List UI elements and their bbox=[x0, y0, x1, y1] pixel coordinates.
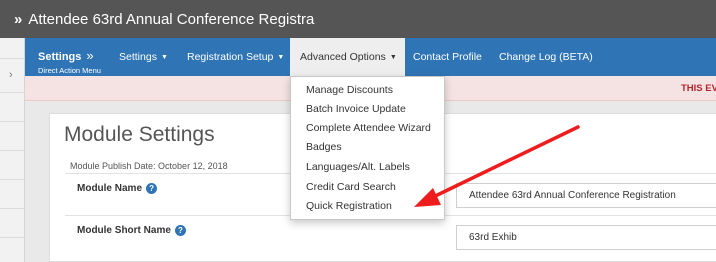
annotation-arrow-shaft bbox=[425, 125, 580, 202]
annotation-arrow-head bbox=[414, 188, 441, 207]
red-arrow-annotation bbox=[414, 125, 580, 207]
